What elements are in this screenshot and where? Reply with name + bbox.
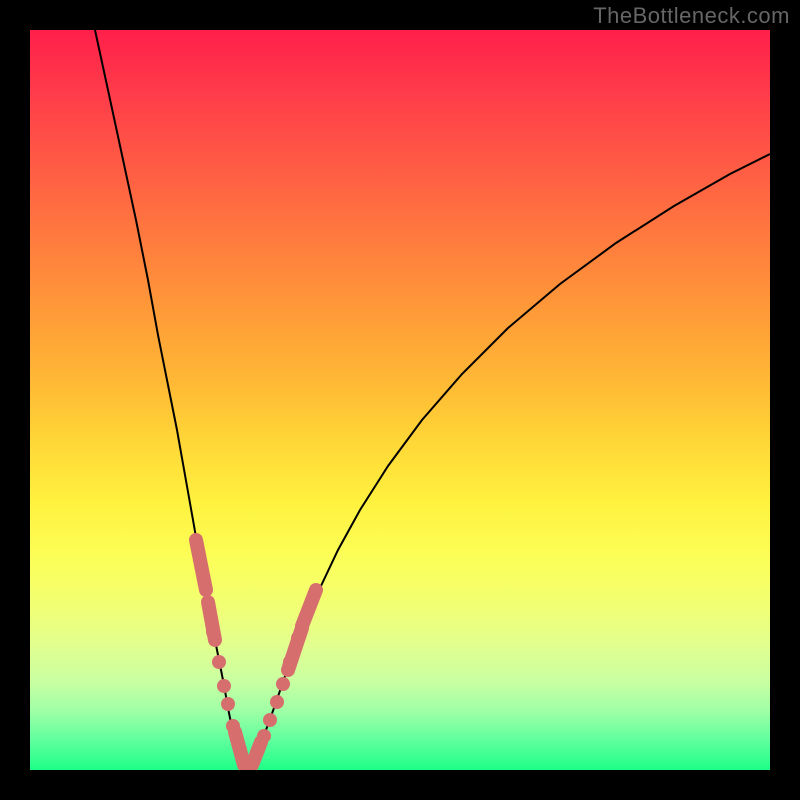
marker-caps — [196, 540, 316, 765]
marker-dot — [276, 677, 290, 691]
marker-dot — [270, 695, 284, 709]
marker-cap — [196, 540, 206, 590]
chart-frame: TheBottleneck.com — [0, 0, 800, 800]
marker-cap — [302, 590, 316, 626]
marker-dot — [206, 625, 220, 639]
marker-dot — [217, 679, 231, 693]
marker-dot — [263, 713, 277, 727]
marker-dot — [257, 729, 271, 743]
marker-dot — [251, 743, 265, 757]
marker-dot — [291, 631, 305, 645]
marker-dot — [283, 655, 297, 669]
plot-area — [30, 30, 770, 770]
watermark-text: TheBottleneck.com — [593, 3, 790, 29]
marker-dot — [212, 655, 226, 669]
marker-dot — [226, 719, 240, 733]
curve-layer — [30, 30, 770, 770]
marker-dot — [221, 697, 235, 711]
marker-dot — [233, 743, 247, 757]
right-curve — [248, 154, 770, 770]
